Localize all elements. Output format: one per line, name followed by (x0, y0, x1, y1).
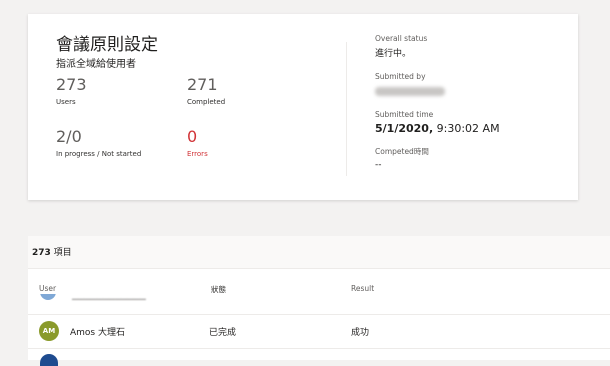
summary-divider (346, 42, 347, 176)
stat-users-value: 273 (56, 75, 87, 94)
overall-status-label: Overall status (375, 34, 428, 43)
list-header-bar: 273 項目 (28, 236, 610, 269)
row-status: 已完成 (209, 328, 237, 338)
stat-errors-label: Errors (187, 150, 208, 158)
item-count: 273 項目 (32, 245, 72, 258)
policy-subtitle: 指派全域給使用者 (56, 59, 136, 70)
overall-status-value: 進行中。 (375, 49, 412, 59)
completed-time: Competed時間 -- (375, 146, 555, 170)
row-divider (28, 348, 610, 349)
submitted-time-label: Submitted time (375, 110, 434, 119)
user-list-panel: 273 項目 User 狀態 Result ▁▁▁▁▁▁▁▁▁▁▁▁ AM Am… (28, 236, 610, 366)
submitted-time-date: 5/1/2020, (375, 122, 434, 135)
avatar: AM (39, 321, 59, 341)
completed-time-label: Competed時間 (375, 147, 429, 156)
stat-completed: 271 Completed (187, 75, 317, 107)
submitted-by: Submitted by (375, 72, 555, 100)
row-result: 成功 (351, 328, 370, 338)
completed-time-value: -- (375, 160, 382, 170)
column-header-result[interactable]: Result (351, 284, 374, 293)
stat-in-progress-label: In progress / Not started (56, 150, 142, 158)
submitted-by-redacted (375, 87, 445, 96)
policy-summary-card: 會議原則設定 指派全域給使用者 273 Users 271 Completed … (28, 14, 578, 200)
avatar (40, 294, 56, 300)
stat-in-progress-value: 2/0 (56, 127, 82, 146)
item-count-number: 273 (32, 248, 51, 258)
item-count-suffix: 項目 (50, 248, 72, 258)
avatar (40, 354, 58, 366)
stat-in-progress: 2/0 In progress / Not started (56, 127, 186, 159)
stat-completed-value: 271 (187, 75, 218, 94)
stat-errors-value: 0 (187, 127, 198, 146)
stat-users: 273 Users (56, 75, 186, 107)
row-redacted-text: ▁▁▁▁▁▁▁▁▁▁▁▁ (72, 294, 146, 300)
stat-errors: 0 Errors (187, 127, 317, 159)
column-header-user[interactable]: User (39, 284, 56, 293)
stat-users-label: Users (56, 98, 76, 106)
policy-title: 會議原則設定 (56, 35, 158, 55)
submitted-time-value: 5/1/2020, 9:30:02 AM (375, 122, 555, 135)
submitted-by-label: Submitted by (375, 72, 426, 81)
stat-completed-label: Completed (187, 98, 226, 106)
submitted-time: Submitted time 5/1/2020, 9:30:02 AM (375, 110, 555, 135)
submitted-time-clock: 9:30:02 AM (433, 122, 500, 135)
row-divider (28, 314, 610, 315)
overall-status: Overall status 進行中。 (375, 34, 555, 59)
user-name[interactable]: Amos 大理石 (70, 325, 125, 338)
table-row-partial-top[interactable]: ▁▁▁▁▁▁▁▁▁▁▁▁ (38, 294, 278, 302)
